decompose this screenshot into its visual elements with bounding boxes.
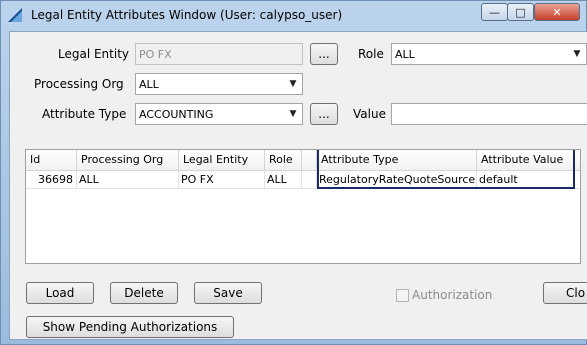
table-header: Id Processing Org Legal Entity Role Attr… bbox=[26, 150, 580, 171]
maximize-button[interactable]: □ bbox=[507, 3, 534, 21]
column-header-legal-entity[interactable]: Legal Entity bbox=[179, 150, 265, 170]
role-combo[interactable]: ALL ▼ bbox=[391, 43, 587, 65]
save-button[interactable]: Save bbox=[194, 282, 262, 304]
load-button[interactable]: Load bbox=[26, 282, 94, 304]
cell-attribute-type: RegulatoryRateQuoteSource bbox=[317, 171, 477, 189]
authorization-checkbox[interactable] bbox=[396, 289, 409, 302]
cell-attribute-value: default bbox=[477, 171, 580, 189]
column-header-processing-org[interactable]: Processing Org bbox=[77, 150, 179, 170]
value-field[interactable] bbox=[391, 103, 587, 125]
attribute-type-label: Attribute Type bbox=[42, 107, 127, 121]
show-pending-authorizations-button[interactable]: Show Pending Authorizations bbox=[26, 316, 234, 338]
processing-org-combo[interactable]: ALL ▼ bbox=[135, 73, 303, 95]
column-header-attribute-type[interactable]: Attribute Type bbox=[317, 150, 477, 170]
window-title: Legal Entity Attributes Window (User: ca… bbox=[31, 8, 343, 22]
attribute-type-combo[interactable]: ACCOUNTING ▼ bbox=[135, 103, 303, 125]
attribute-type-value: ACCOUNTING bbox=[139, 108, 214, 121]
close-icon: ✕ bbox=[552, 5, 562, 19]
close-window-button[interactable]: ✕ bbox=[534, 3, 580, 21]
column-header-id[interactable]: Id bbox=[26, 150, 77, 170]
attribute-type-browse-button[interactable]: ... bbox=[310, 103, 338, 125]
title-bar[interactable]: Legal Entity Attributes Window (User: ca… bbox=[1, 1, 587, 28]
app-window: Legal Entity Attributes Window (User: ca… bbox=[0, 0, 587, 345]
value-label: Value bbox=[353, 107, 386, 121]
column-header-role[interactable]: Role bbox=[265, 150, 302, 170]
authorization-label: Authorization bbox=[412, 288, 493, 302]
column-header-spacer bbox=[302, 150, 317, 170]
attributes-table[interactable]: Id Processing Org Legal Entity Role Attr… bbox=[25, 149, 581, 264]
cell-spacer bbox=[302, 171, 317, 189]
processing-org-value: ALL bbox=[139, 78, 159, 91]
delete-button[interactable]: Delete bbox=[110, 282, 178, 304]
chevron-down-icon[interactable]: ▼ bbox=[569, 45, 585, 63]
legal-entity-field: PO FX bbox=[135, 43, 303, 65]
cell-id: 36698 bbox=[26, 171, 77, 189]
role-value: ALL bbox=[395, 48, 415, 61]
cell-role: ALL bbox=[265, 171, 302, 189]
chevron-down-icon[interactable]: ▼ bbox=[285, 105, 301, 123]
processing-org-label: Processing Org bbox=[34, 77, 124, 91]
maximize-icon: □ bbox=[515, 5, 526, 19]
column-header-attribute-value[interactable]: Attribute Value bbox=[477, 150, 580, 170]
role-label: Role bbox=[358, 47, 384, 61]
minimize-button[interactable]: — bbox=[481, 3, 508, 21]
table-row[interactable]: 36698 ALL PO FX ALL RegulatoryRateQuoteS… bbox=[26, 171, 580, 189]
app-icon bbox=[8, 8, 22, 22]
cell-legal-entity: PO FX bbox=[179, 171, 265, 189]
cell-processing-org: ALL bbox=[77, 171, 179, 189]
legal-entity-label: Legal Entity bbox=[58, 47, 130, 61]
chevron-down-icon[interactable]: ▼ bbox=[285, 75, 301, 93]
client-area: Legal Entity PO FX ... Role ALL ▼ Proces… bbox=[9, 31, 587, 340]
minimize-icon: — bbox=[489, 5, 500, 19]
close-button[interactable]: Clo bbox=[543, 282, 587, 304]
legal-entity-browse-button[interactable]: ... bbox=[310, 43, 338, 65]
